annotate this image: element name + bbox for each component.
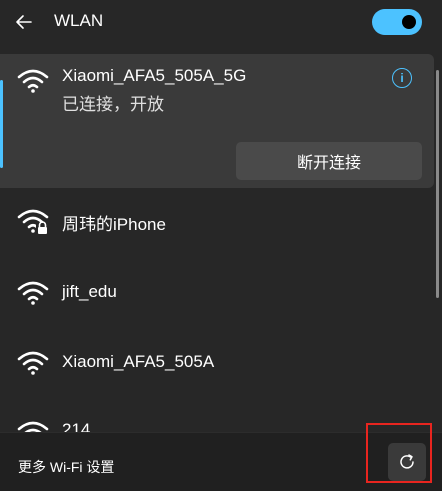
- connected-network-card[interactable]: Xiaomi_AFA5_505A_5G 已连接，开放 i 断开连接: [0, 54, 434, 188]
- connection-status: 已连接，开放: [62, 95, 164, 114]
- wifi-signal-icon: [17, 421, 49, 432]
- network-item[interactable]: Xiaomi_AFA5_505A: [0, 330, 434, 394]
- network-item[interactable]: jift_edu: [0, 260, 434, 324]
- network-name: 214: [62, 420, 91, 432]
- disconnect-button[interactable]: 断开连接: [236, 142, 422, 180]
- connected-network-name: Xiaomi_AFA5_505A_5G: [62, 66, 247, 85]
- wifi-signal-icon: [17, 69, 49, 93]
- network-name: jift_edu: [62, 282, 117, 301]
- highlight-annotation: [366, 423, 432, 483]
- header: WLAN: [0, 0, 442, 44]
- scrollbar[interactable]: [436, 70, 439, 298]
- arrow-left-icon: [16, 15, 32, 29]
- back-button[interactable]: [8, 6, 40, 38]
- toggle-knob: [402, 15, 416, 29]
- info-icon[interactable]: i: [392, 68, 412, 88]
- selection-indicator: [0, 80, 3, 168]
- wlan-toggle[interactable]: [372, 9, 422, 35]
- network-name: 周玮的iPhone: [62, 215, 166, 234]
- network-name: Xiaomi_AFA5_505A: [62, 352, 215, 371]
- page-title: WLAN: [54, 11, 104, 30]
- wifi-secured-icon: [17, 209, 49, 234]
- wifi-signal-icon: [17, 281, 49, 305]
- more-wifi-settings-link[interactable]: 更多 Wi-Fi 设置: [18, 457, 114, 477]
- wifi-signal-icon: [17, 351, 49, 375]
- network-list[interactable]: Xiaomi_AFA5_505A_5G 已连接，开放 i 断开连接 周玮的iPh…: [0, 50, 442, 432]
- network-item[interactable]: 周玮的iPhone: [0, 188, 434, 252]
